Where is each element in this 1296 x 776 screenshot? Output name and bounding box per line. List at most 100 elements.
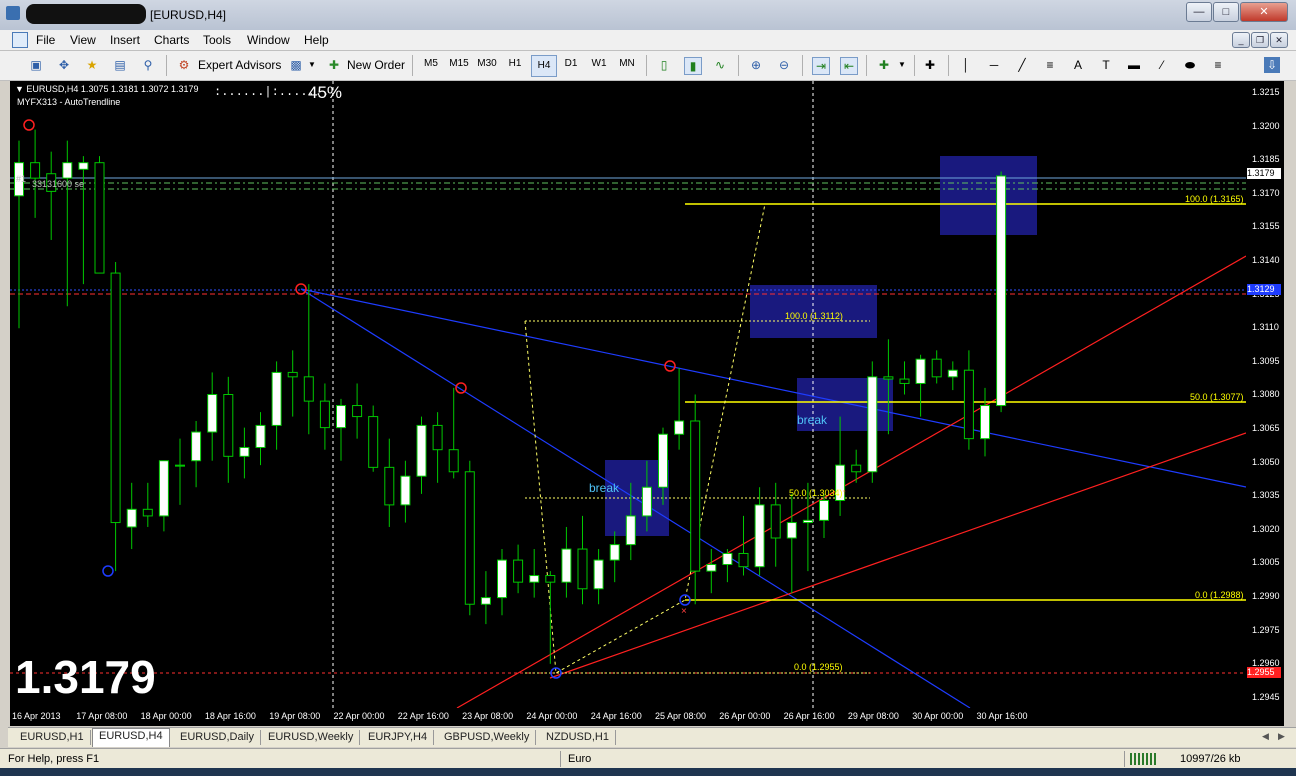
- bear-candle: [30, 162, 41, 179]
- fibo-fan-icon[interactable]: ≡: [1210, 57, 1226, 73]
- fibonacci-icon[interactable]: ≡: [1042, 57, 1058, 73]
- candlestick-chart-icon[interactable]: ▮: [684, 57, 702, 75]
- bar-chart-icon[interactable]: ▯: [656, 57, 672, 73]
- tab-gbpusd-weekly[interactable]: GBPUSD,Weekly: [438, 730, 537, 745]
- order-window-icon[interactable]: ▩: [288, 57, 304, 73]
- price-tick-label: 1.2990: [1252, 591, 1280, 601]
- window-title: [EURUSD,H4]: [150, 8, 227, 22]
- menu-file[interactable]: File: [36, 33, 55, 47]
- text-label-icon[interactable]: T: [1098, 57, 1114, 73]
- maximize-button[interactable]: □: [1213, 2, 1239, 22]
- menu-charts[interactable]: Charts: [154, 33, 189, 47]
- break-label: break: [589, 481, 620, 495]
- child-minimize-button[interactable]: _: [1232, 32, 1250, 48]
- timeframe-w1[interactable]: W1: [587, 58, 611, 69]
- tester-icon[interactable]: ⚲: [140, 57, 156, 73]
- bull-candle: [561, 548, 572, 583]
- line-chart-icon[interactable]: ∿: [712, 57, 728, 73]
- menu-view[interactable]: View: [70, 33, 96, 47]
- timeframe-mn[interactable]: MN: [615, 58, 639, 69]
- chart-shift-icon[interactable]: ⇤: [840, 57, 858, 75]
- vertical-line-icon[interactable]: │: [958, 57, 974, 73]
- position-label: 33131600 se: [32, 179, 85, 189]
- tab-scroll-left-icon[interactable]: ◀: [1262, 731, 1269, 742]
- navigator-icon[interactable]: ▤: [112, 57, 128, 73]
- zoom-in-icon[interactable]: ⊕: [748, 57, 764, 73]
- new-order-button[interactable]: New Order: [347, 58, 405, 72]
- bull-candle: [175, 464, 185, 467]
- chart-tabs-bar: EURUSD,H1 EURUSD,H4 EURUSD,Daily EURUSD,…: [8, 727, 1296, 747]
- chart-area[interactable]: × ↑ break break 100.0 (1.3165) 50.0 (1.3…: [10, 81, 1246, 708]
- crosshair-move-icon[interactable]: ✥: [56, 57, 72, 73]
- horizontal-line-icon[interactable]: ─: [986, 57, 1002, 73]
- minimize-button[interactable]: —: [1186, 2, 1212, 22]
- channel-icon[interactable]: ⁄: [1154, 57, 1170, 73]
- tab-eurjpy-h4[interactable]: EURJPY,H4: [362, 730, 435, 745]
- fib-label: 100.0 (1.3165): [1185, 194, 1244, 204]
- status-traffic: 10997/26 kb: [1180, 753, 1241, 765]
- dropdown-arrow-icon[interactable]: ▼: [894, 57, 910, 73]
- time-tick-label: 25 Apr 08:00: [655, 711, 707, 721]
- timeframe-h1[interactable]: H1: [503, 58, 527, 69]
- bull-candle: [609, 544, 620, 561]
- tab-eurusd-daily[interactable]: EURUSD,Daily: [174, 730, 261, 745]
- bull-candle: [915, 358, 926, 384]
- crosshair-icon[interactable]: ✚: [922, 57, 938, 73]
- time-tick-label: 26 Apr 00:00: [719, 711, 771, 721]
- timeframe-m15[interactable]: M15: [447, 58, 471, 69]
- bull-candle: [529, 575, 540, 583]
- time-tick-label: 30 Apr 00:00: [912, 711, 964, 721]
- chart-canvas: × ↑ break break 100.0 (1.3165) 50.0 (1.3…: [10, 81, 1246, 708]
- expert-advisors-button[interactable]: Expert Advisors: [198, 58, 281, 72]
- tab-nzdusd-h1[interactable]: NZDUSD,H1: [540, 730, 616, 745]
- timeframe-m5[interactable]: M5: [419, 58, 443, 69]
- favorites-icon[interactable]: ★: [84, 57, 100, 73]
- timeframe-h4[interactable]: H4: [531, 55, 557, 77]
- price-tick-label: 1.3095: [1252, 355, 1280, 366]
- bull-candle: [191, 431, 202, 462]
- bear-candle: [690, 420, 701, 572]
- ellipse-icon[interactable]: ⬬: [1182, 57, 1198, 73]
- menu-window[interactable]: Window: [247, 33, 290, 47]
- time-tick-label: 18 Apr 16:00: [204, 711, 256, 721]
- tab-eurusd-weekly[interactable]: EURUSD,Weekly: [262, 730, 361, 745]
- new-chart-icon[interactable]: ▣: [28, 57, 44, 73]
- bull-candle: [867, 376, 878, 473]
- order-cross-marker: ×: [681, 606, 687, 617]
- timeframe-m30[interactable]: M30: [475, 58, 499, 69]
- toolbar-separator: [948, 55, 949, 76]
- bull-candle: [722, 552, 733, 565]
- indicators-icon[interactable]: ✚: [876, 57, 892, 73]
- bull-candle: [416, 424, 427, 477]
- time-tick-label: 22 Apr 16:00: [397, 711, 449, 721]
- price-tick-label: 1.3215: [1252, 87, 1280, 97]
- menu-tools[interactable]: Tools: [203, 33, 231, 47]
- rectangle-icon[interactable]: ▬: [1126, 57, 1142, 73]
- tab-eurusd-h4[interactable]: EURUSD,H4: [92, 728, 170, 747]
- text-tool-icon[interactable]: A: [1070, 57, 1086, 73]
- autoscroll-icon[interactable]: ⇥: [812, 57, 830, 75]
- price-tick-label: 1.3020: [1252, 523, 1280, 534]
- status-bar: For Help, press F1 Euro 10997/26 kb: [0, 748, 1296, 769]
- fib-swing-polyline: [524, 203, 766, 674]
- timeframe-d1[interactable]: D1: [559, 58, 583, 69]
- big-price-display: 1.3179: [15, 651, 156, 703]
- zoom-out-icon[interactable]: ⊖: [776, 57, 792, 73]
- bull-candle: [754, 504, 765, 568]
- toolbar-down-icon[interactable]: ⇩: [1264, 57, 1280, 73]
- price-tick-label: 1.3050: [1252, 456, 1280, 467]
- bull-candle: [126, 508, 137, 528]
- trendline-icon[interactable]: ╱: [1014, 57, 1030, 73]
- tab-eurusd-h1[interactable]: EURUSD,H1: [14, 730, 91, 745]
- connection-bars-icon: [1130, 753, 1156, 765]
- menu-help[interactable]: Help: [304, 33, 329, 47]
- fib-label: 0.0 (1.2988): [1195, 590, 1244, 600]
- child-close-button[interactable]: ✕: [1270, 32, 1288, 48]
- child-restore-button[interactable]: ❐: [1251, 32, 1269, 48]
- dropdown-arrow-icon[interactable]: ▼: [304, 57, 320, 73]
- tab-scroll-right-icon[interactable]: ▶: [1278, 731, 1285, 742]
- close-button[interactable]: ✕: [1240, 2, 1288, 22]
- bear-candle: [319, 400, 330, 429]
- swing-high-marker: [23, 119, 35, 131]
- menu-insert[interactable]: Insert: [110, 33, 140, 47]
